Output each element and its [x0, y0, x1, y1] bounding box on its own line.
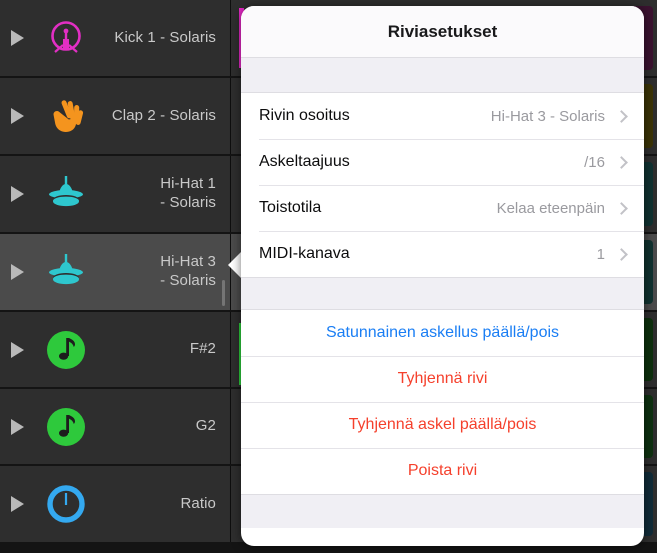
note-icon [47, 330, 85, 369]
setting-value: /16 [584, 153, 605, 171]
chevron-right-icon [615, 247, 628, 261]
chevron-right-icon [615, 109, 628, 123]
clock-ratio-icon[interactable] [34, 482, 98, 526]
play-triangle-icon[interactable] [0, 418, 34, 435]
track-label: Hi-Hat 1 - Solaris [160, 175, 216, 211]
note-icon[interactable] [34, 405, 98, 449]
play-triangle-icon[interactable] [0, 496, 34, 512]
action-button[interactable]: Poista rivi [241, 448, 644, 494]
setting-label: Toistotila [259, 199, 322, 216]
setting-label: Rivin osoitus [259, 107, 350, 124]
popup-header: Riviasetukset [241, 6, 644, 58]
popup-spacer-bottom [241, 494, 644, 528]
hi-hat-icon [49, 254, 83, 285]
track-label: Kick 1 - Solaris [114, 28, 216, 46]
setting-row[interactable]: Askeltaajuus/16 [241, 139, 644, 185]
track-label: Hi-Hat 3 - Solaris [160, 253, 216, 289]
track-row-header[interactable]: F#2 [0, 312, 231, 387]
setting-label: MIDI-kanava [259, 245, 350, 262]
clock-ratio-icon [47, 485, 85, 523]
setting-value: Kelaa eteenpäin [496, 199, 605, 217]
popup-spacer-middle [241, 277, 644, 310]
setting-row[interactable]: MIDI-kanava 1 [241, 231, 644, 277]
play-triangle-icon[interactable] [0, 108, 34, 124]
track-label: G2 [195, 417, 216, 435]
kick-drum-icon[interactable] [34, 16, 98, 60]
chevron-right-icon [615, 155, 628, 169]
track-label: F#2 [189, 340, 216, 358]
track-row-header[interactable]: Clap 2 - Solaris [0, 78, 231, 154]
track-row-header[interactable]: Kick 1 - Solaris [0, 0, 231, 76]
kick-drum-icon [51, 21, 81, 53]
hi-hat-icon[interactable] [34, 252, 98, 292]
setting-value: 1 [596, 245, 605, 263]
action-button[interactable]: Tyhjennä rivi [241, 356, 644, 402]
chevron-right-icon [615, 201, 628, 215]
setting-value: Hi-Hat 3 - Solaris [490, 107, 605, 125]
setting-label: Askeltaajuus [259, 153, 350, 170]
action-button[interactable]: Satunnainen askellus päällä/pois [241, 310, 644, 356]
hi-hat-icon [49, 176, 83, 207]
popup-spacer-top [241, 58, 644, 93]
hi-hat-icon[interactable] [34, 174, 98, 214]
track-label: Clap 2 - Solaris [111, 106, 216, 124]
play-triangle-icon[interactable] [0, 30, 34, 46]
row-settings-popup: Riviasetukset Rivin osoitus Hi-Hat 3 - So… [241, 6, 644, 546]
play-triangle-icon[interactable] [0, 264, 34, 280]
track-row-header[interactable]: Ratio [0, 466, 231, 542]
settings-list: Rivin osoitus Hi-Hat 3 - Solaris Askeltaaj… [241, 93, 644, 277]
sequencer-screen: Kick 1 - Solaris Clap 2 - Solaris Hi-Hat 1… [0, 0, 657, 553]
actions-list: Satunnainen askellus päällä/pois Tyhjennä… [241, 310, 644, 494]
popup-pointer-caret [228, 251, 242, 279]
clap-hand-icon [53, 100, 84, 132]
note-icon [47, 407, 85, 446]
setting-row[interactable]: Rivin osoitus Hi-Hat 3 - Solaris [241, 93, 644, 139]
action-button[interactable]: Tyhjennä askel päällä/pois [241, 402, 644, 448]
clap-hand-icon[interactable] [34, 94, 98, 138]
popup-title: Riviasetukset [387, 21, 498, 41]
track-label: Ratio [180, 494, 216, 512]
vertical-scroll-thumb[interactable] [222, 280, 225, 306]
track-row-header[interactable]: G2 [0, 389, 231, 464]
setting-row[interactable]: Toistotila Kelaa eteenpäin [241, 185, 644, 231]
track-row-header[interactable]: Hi-Hat 3 - Solaris [0, 234, 231, 310]
play-triangle-icon[interactable] [0, 186, 34, 202]
play-triangle-icon[interactable] [0, 341, 34, 358]
note-icon[interactable] [34, 328, 98, 372]
track-row-header[interactable]: Hi-Hat 1 - Solaris [0, 156, 231, 232]
